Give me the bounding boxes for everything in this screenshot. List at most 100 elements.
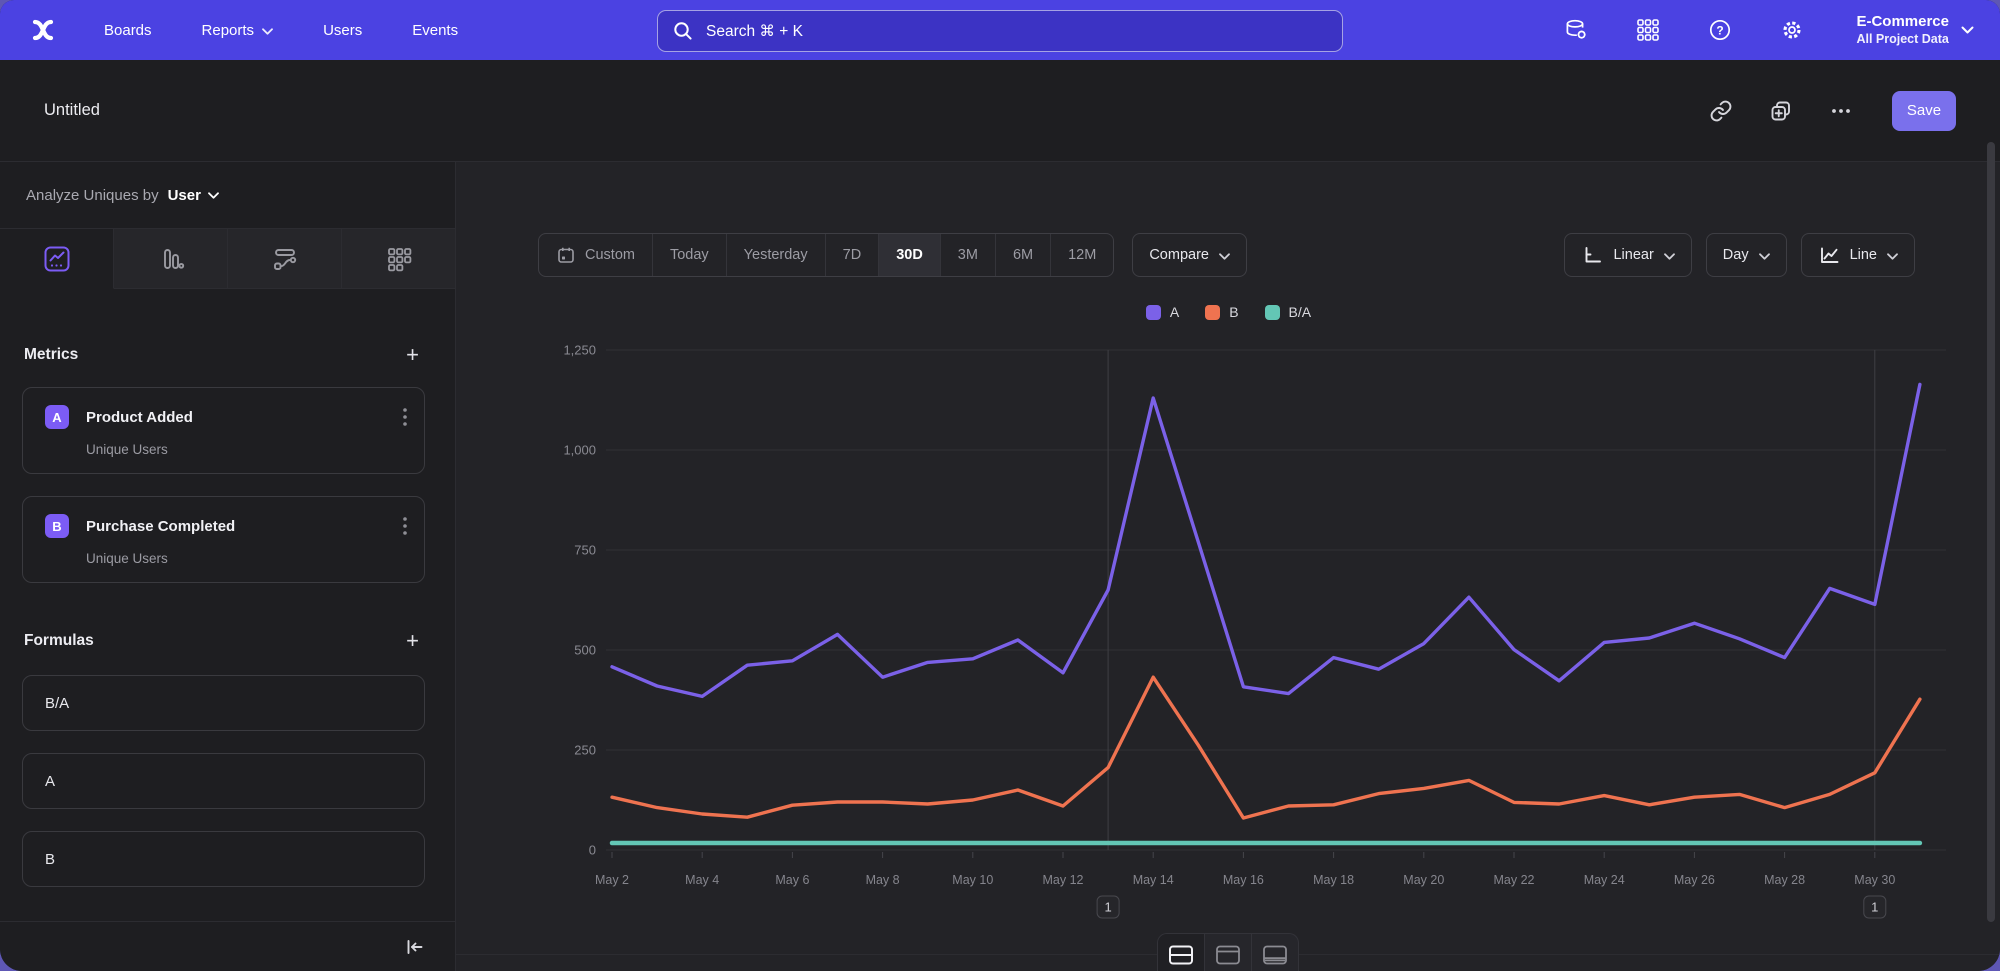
metric-measurement[interactable]: Unique Users [86,442,408,457]
legend-item-b-a[interactable]: B/A [1265,304,1312,320]
metric-name: Product Added [86,409,193,426]
nav-item-events[interactable]: Events [412,22,458,39]
help-icon[interactable]: ? [1706,16,1734,44]
scrollbar[interactable] [1987,142,1995,922]
formulas-title: Formulas [24,632,94,650]
legend-label: B [1229,304,1238,320]
annotation-marker[interactable]: 1 [1864,896,1886,918]
series-b[interactable] [612,677,1920,818]
mixpanel-logo-icon[interactable] [26,13,60,47]
date-range-today[interactable]: Today [653,234,727,276]
link-icon[interactable] [1706,96,1736,126]
nav-item-boards[interactable]: Boards [104,22,152,39]
search-placeholder: Search ⌘ + K [706,22,803,41]
chart-type-tabs [0,229,455,289]
formulas-list: B/A AB [22,675,425,887]
insights-icon [42,244,72,274]
add-formula-button[interactable]: + [406,631,419,651]
chart-legend: A B B/A [456,304,2000,320]
metric-measurement[interactable]: Unique Users [86,551,408,566]
svg-text:May 8: May 8 [866,873,900,887]
view-chart-and-table-icon[interactable] [1158,934,1205,971]
svg-text:May 16: May 16 [1223,873,1264,887]
chart-canvas: A B B/A 02505007501,0001,250 1 1May 2May 4… [456,292,2000,971]
svg-text:250: 250 [574,743,596,758]
project-switcher[interactable]: E-Commerce All Project Data [1856,13,1974,47]
flows-icon [270,244,300,274]
interval-selector[interactable]: Day [1706,233,1787,277]
save-button[interactable]: Save [1892,91,1956,131]
date-range-yesterday[interactable]: Yesterday [727,234,826,276]
settings-gear-icon[interactable] [1778,16,1806,44]
metric-options-icon[interactable] [402,514,408,538]
formulas-section-head: Formulas + [22,631,425,651]
svg-text:May 30: May 30 [1854,873,1895,887]
metrics-list: AProduct AddedUnique UsersBPurchase Comp… [22,387,425,583]
svg-text:May 6: May 6 [775,873,809,887]
chart-controls: CustomTodayYesterday7D30D3M6M12M Compare [538,233,1915,277]
legend-label: B/A [1289,304,1312,320]
data-gear-icon[interactable] [1562,16,1590,44]
calendar-icon [556,245,576,265]
svg-text:May 22: May 22 [1494,873,1535,887]
analyze-by-selector[interactable]: User [168,187,219,204]
report-title[interactable]: Untitled [44,101,100,120]
svg-text:May 26: May 26 [1674,873,1715,887]
date-range-12m[interactable]: 12M [1051,234,1113,276]
view-switcher [1157,933,1299,971]
svg-text:May 20: May 20 [1403,873,1444,887]
report-header: Untitled Save [0,60,2000,162]
svg-text:May 10: May 10 [952,873,993,887]
tab-flows[interactable] [228,229,342,289]
date-range-3m[interactable]: 3M [941,234,996,276]
date-range-6m[interactable]: 6M [996,234,1051,276]
view-table-only-icon[interactable] [1252,934,1298,971]
tab-funnels[interactable] [114,229,228,289]
legend-item-b[interactable]: B [1205,304,1238,320]
analyze-label: Analyze Uniques by [26,187,159,204]
formula-card[interactable]: A [22,753,425,809]
svg-text:May 12: May 12 [1043,873,1084,887]
legend-swatch [1265,305,1280,320]
chart-panel: CustomTodayYesterday7D30D3M6M12M Compare [456,162,2000,971]
collapse-sidebar-icon[interactable] [399,932,429,962]
duplicate-icon[interactable] [1766,96,1796,126]
svg-text:May 2: May 2 [595,873,629,887]
analyze-row: Analyze Uniques by User [0,162,455,229]
metric-card-b[interactable]: BPurchase CompletedUnique Users [22,496,425,583]
svg-text:0: 0 [589,843,596,858]
date-range-custom[interactable]: Custom [539,234,653,276]
project-name: E-Commerce [1856,13,1949,32]
sidebar-body: Metrics + AProduct AddedUnique UsersBPur… [0,289,455,921]
scale-selector[interactable]: Linear [1564,233,1691,277]
nav-item-reports[interactable]: Reports [202,22,274,39]
view-chart-only-icon[interactable] [1205,934,1252,971]
tab-insights[interactable] [0,229,114,289]
add-metric-button[interactable]: + [406,345,419,365]
more-icon[interactable] [1826,96,1856,126]
svg-text:May 24: May 24 [1584,873,1625,887]
search-input[interactable]: Search ⌘ + K [657,10,1343,52]
metric-options-icon[interactable] [402,405,408,429]
legend-swatch [1205,305,1220,320]
line-chart[interactable]: 02505007501,0001,250 1 1May 2May 4May 6M… [456,292,2000,971]
apps-grid-icon[interactable] [1634,16,1662,44]
annotation-marker[interactable]: 1 [1097,896,1119,918]
legend-item-a[interactable]: A [1146,304,1179,320]
nav-item-users[interactable]: Users [323,22,362,39]
funnels-icon [156,244,186,274]
date-range-30d[interactable]: 30D [879,234,941,276]
metric-card-a[interactable]: AProduct AddedUnique Users [22,387,425,474]
compare-button[interactable]: Compare [1132,233,1247,277]
tab-retention[interactable] [342,229,455,289]
formula-card[interactable]: B [22,831,425,887]
svg-text:1,000: 1,000 [563,443,596,458]
metric-letter-badge: B [45,514,69,538]
chart-type-selector[interactable]: Line [1801,233,1915,277]
nav-items: Boards Reports Users Events [104,22,458,39]
date-range-7d[interactable]: 7D [826,234,880,276]
svg-text:1: 1 [1104,900,1111,915]
svg-text:May 4: May 4 [685,873,719,887]
top-nav-right: ? E-Commerce All Project Data [1562,13,1974,47]
formula-card[interactable]: B/A [22,675,425,731]
